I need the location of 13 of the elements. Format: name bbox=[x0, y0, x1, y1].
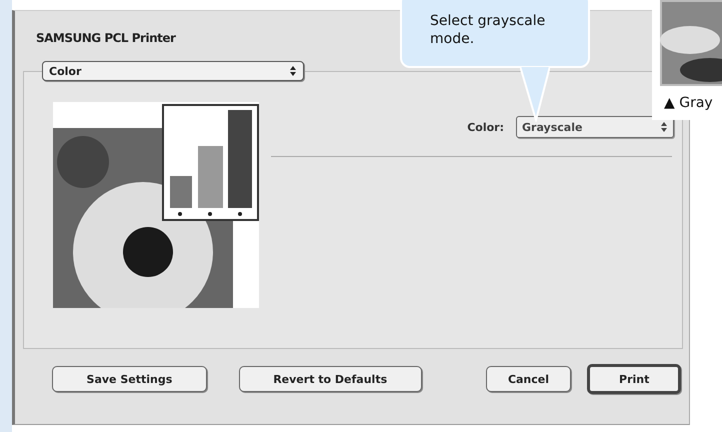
color-label: Color: bbox=[467, 120, 504, 134]
updown-arrows-icon bbox=[660, 121, 668, 133]
window-title: SAMSUNG PCL Printer bbox=[36, 31, 176, 47]
updown-arrows-icon bbox=[289, 65, 297, 77]
callout-tail bbox=[520, 66, 550, 122]
panel-popup-menu[interactable]: Color bbox=[42, 61, 304, 81]
color-select[interactable]: Grayscale bbox=[516, 116, 674, 138]
dialog-button[interactable]: Save Settings bbox=[52, 366, 207, 392]
callout-bubble: Select grayscale mode. bbox=[400, 0, 590, 68]
dialog-button[interactable]: Cancel bbox=[486, 366, 572, 392]
dialog-button[interactable]: Revert to Defaults bbox=[238, 366, 422, 392]
default-button[interactable]: Print bbox=[587, 364, 681, 394]
inset-caption: ▲ Gray bbox=[663, 95, 713, 111]
